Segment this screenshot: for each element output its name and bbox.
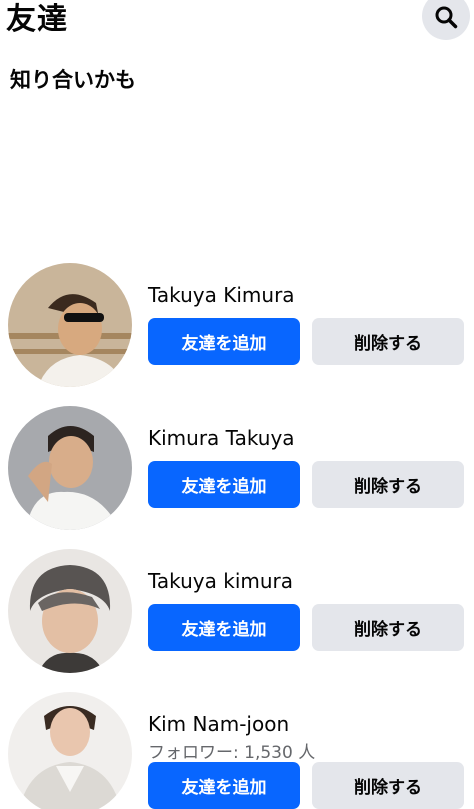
header: 友達	[0, 0, 474, 44]
suggestion-name[interactable]: Kimura Takuya	[148, 426, 295, 450]
add-friend-button[interactable]: 友達を追加	[148, 762, 300, 809]
remove-button[interactable]: 削除する	[312, 762, 464, 809]
add-friend-button[interactable]: 友達を追加	[148, 461, 300, 508]
suggestion-row: Kim Nam-joon フォロワー: 1,530 人 友達を追加 削除する	[0, 692, 474, 809]
remove-button[interactable]: 削除する	[312, 318, 464, 365]
search-button[interactable]	[422, 0, 470, 40]
suggestion-name[interactable]: Takuya Kimura	[148, 283, 295, 307]
avatar[interactable]	[8, 406, 132, 530]
avatar[interactable]	[8, 263, 132, 387]
section-title: 知り合いかも	[10, 68, 136, 92]
follower-count: フォロワー: 1,530 人	[148, 743, 316, 763]
suggestion-row: Takuya Kimura 友達を追加 削除する	[0, 263, 474, 387]
page-title: 友達	[6, 2, 68, 37]
search-icon	[435, 6, 458, 29]
avatar[interactable]	[8, 549, 132, 673]
suggestion-row: Takuya kimura 友達を追加 削除する	[0, 549, 474, 673]
remove-button[interactable]: 削除する	[312, 604, 464, 651]
add-friend-button[interactable]: 友達を追加	[148, 318, 300, 365]
suggestion-name[interactable]: Kim Nam-joon	[148, 712, 289, 736]
remove-button[interactable]: 削除する	[312, 461, 464, 508]
add-friend-button[interactable]: 友達を追加	[148, 604, 300, 651]
suggestion-name[interactable]: Takuya kimura	[148, 569, 293, 593]
avatar[interactable]	[8, 692, 132, 809]
suggestion-row: Kimura Takuya 友達を追加 削除する	[0, 406, 474, 530]
